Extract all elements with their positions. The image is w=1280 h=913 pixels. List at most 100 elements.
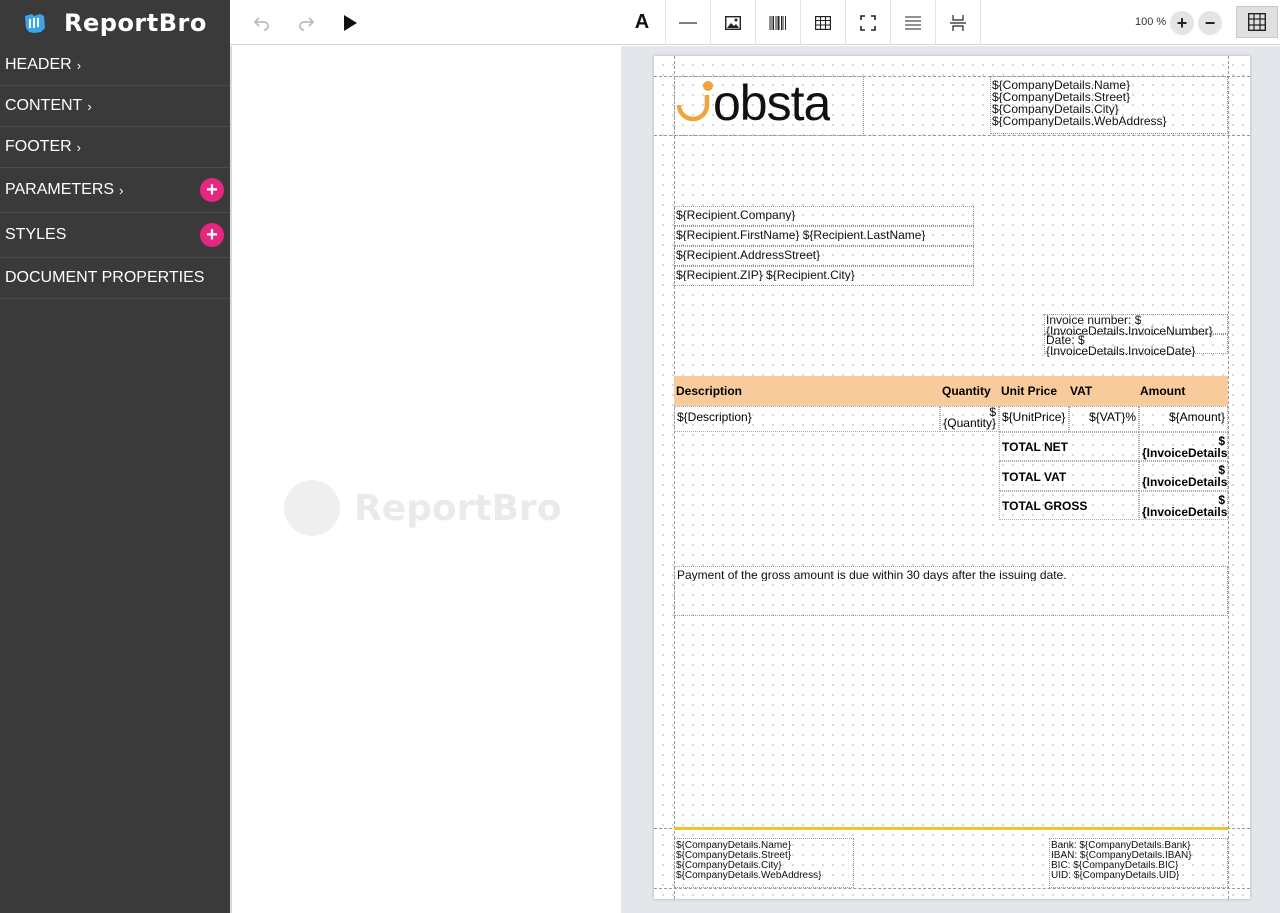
footer-company-name: ${CompanyDetails.Name} <box>676 841 792 851</box>
watermark-text: ReportBro <box>354 487 562 529</box>
text-icon: A <box>634 11 650 33</box>
total-net-label[interactable]: TOTAL NET <box>999 432 1139 461</box>
sidebar-item-label: CONTENT <box>5 97 83 114</box>
invoice-date-value: {InvoiceDetails.InvoiceDate} <box>1046 346 1196 357</box>
footer-bic: BIC: ${CompanyDetails.BIC} <box>1051 861 1179 871</box>
recipient-company-text: ${Recipient.Company} <box>676 209 796 221</box>
table-header-row[interactable]: Description Quantity Unit Price VAT Amou… <box>674 376 1228 406</box>
toggle-grid-button[interactable] <box>1236 6 1278 38</box>
invoice-date[interactable]: Date: $ {InvoiceDetails.InvoiceDate} <box>1044 334 1228 357</box>
watermark-logo-icon <box>284 480 340 536</box>
cell-text: ${Amount} <box>1168 410 1225 424</box>
add-section-button[interactable] <box>890 0 935 45</box>
footer-company-street: ${CompanyDetails.Street} <box>676 851 792 861</box>
cell-text: ${UnitPrice} <box>1002 410 1066 424</box>
add-parameter-button[interactable]: + <box>200 178 224 202</box>
footer-bank-block[interactable]: Bank: ${CompanyDetails.Bank} IBAN: ${Com… <box>1049 838 1228 888</box>
sidebar-item-styles[interactable]: STYLES + <box>0 213 230 258</box>
sidebar-item-parameters[interactable]: PARAMETERS › + <box>0 168 230 213</box>
add-table-button[interactable] <box>800 0 845 45</box>
preview-button[interactable] <box>328 0 372 45</box>
sidebar-item-label: FOOTER <box>5 138 72 155</box>
barcode-icon <box>769 15 786 30</box>
recipient-company[interactable]: ${Recipient.Company} <box>674 206 974 226</box>
watermark: ReportBro <box>284 480 562 536</box>
chevron-right-icon: › <box>87 98 92 114</box>
logo-text: obsta <box>713 77 831 129</box>
footer-company-web-address: ${CompanyDetails.WebAddress} <box>676 871 822 881</box>
redo-button[interactable] <box>284 0 328 45</box>
add-frame-button[interactable] <box>845 0 890 45</box>
add-line-button[interactable] <box>665 0 710 45</box>
zoom-in-button[interactable]: + <box>1170 11 1194 35</box>
invoice-number[interactable]: Invoice number: $ {InvoiceDetails.Invoic… <box>1044 314 1228 337</box>
company-web-address: ${CompanyDetails.WebAddress} <box>992 115 1167 127</box>
payment-note[interactable]: Payment of the gross amount is due withi… <box>674 566 1228 616</box>
chevron-right-icon: › <box>76 139 82 155</box>
add-style-button[interactable]: + <box>200 223 224 247</box>
cell-text: ${VAT}% <box>1089 410 1136 424</box>
add-barcode-button[interactable] <box>755 0 800 45</box>
payment-note-text: Payment of the gross amount is due withi… <box>677 569 1067 581</box>
table-cell-description[interactable]: ${Description} <box>674 406 940 432</box>
footer-company-block[interactable]: ${CompanyDetails.Name} ${CompanyDetails.… <box>674 838 854 888</box>
redo-icon <box>299 16 314 31</box>
col-header-amount: Amount <box>1140 384 1186 398</box>
recipient-street[interactable]: ${Recipient.AddressStreet} <box>674 246 974 266</box>
company-city: ${CompanyDetails.City} <box>992 103 1119 115</box>
table-cell-amount[interactable]: ${Amount} <box>1139 406 1228 432</box>
sidebar-item-content[interactable]: CONTENT › <box>0 86 230 127</box>
logo-image[interactable]: obsta <box>674 76 864 136</box>
invoice-date-label: Date: $ <box>1046 335 1085 346</box>
app-name: ReportBro <box>64 8 207 37</box>
cell-text: TOTAL VAT <box>1002 470 1067 484</box>
add-image-button[interactable] <box>710 0 755 45</box>
document-canvas[interactable]: obsta ${CompanyDetails.Name} ${CompanyDe… <box>621 46 1280 913</box>
reportbro-logo-icon <box>22 10 48 36</box>
footer-rule[interactable] <box>674 827 1228 830</box>
document-page[interactable]: obsta ${CompanyDetails.Name} ${CompanyDe… <box>654 56 1250 899</box>
chevron-right-icon: › <box>119 182 124 198</box>
col-header-description: Description <box>676 384 743 398</box>
add-page-break-button[interactable] <box>935 0 980 45</box>
zoom-level: 100 % <box>1135 16 1167 28</box>
recipient-name[interactable]: ${Recipient.FirstName} ${Recipient.LastN… <box>674 226 974 246</box>
line-icon <box>679 21 697 24</box>
sidebar-item-label: PARAMETERS <box>5 181 115 198</box>
cell-text: {InvoiceDetails <box>1142 475 1228 489</box>
sidebar-item-header[interactable]: HEADER › <box>0 45 230 86</box>
right-margin-guide <box>1228 56 1229 899</box>
undo-button[interactable] <box>240 0 284 45</box>
image-icon <box>725 15 741 30</box>
logo-mark-icon <box>676 81 713 122</box>
add-text-button[interactable]: A <box>620 0 664 45</box>
footer-iban: IBAN: ${CompanyDetails.IBAN} <box>1051 851 1192 861</box>
sidebar: ReportBro HEADER › CONTENT › FOOTER › PA… <box>0 0 230 913</box>
total-vat-value[interactable]: $ {InvoiceDetails <box>1139 461 1228 491</box>
frame-icon <box>860 14 876 31</box>
grid-icon <box>1248 13 1266 31</box>
footer-bank: Bank: ${CompanyDetails.Bank} <box>1051 841 1191 851</box>
total-gross-label[interactable]: TOTAL GROSS <box>999 491 1139 520</box>
zoom-out-button[interactable]: − <box>1198 11 1222 35</box>
table-cell-vat[interactable]: ${VAT}% <box>1069 406 1139 432</box>
undo-icon <box>254 16 269 31</box>
bottom-margin-guide <box>654 888 1250 889</box>
total-vat-label[interactable]: TOTAL VAT <box>999 461 1139 491</box>
recipient-city[interactable]: ${Recipient.ZIP} ${Recipient.City} <box>674 266 974 286</box>
cell-text: ${Description} <box>677 410 752 424</box>
toolbar-divider <box>980 0 981 45</box>
total-net-value[interactable]: $ {InvoiceDetails <box>1139 432 1228 461</box>
total-gross-value[interactable]: $ {InvoiceDetails <box>1139 491 1228 520</box>
table-cell-unit-price[interactable]: ${UnitPrice} <box>999 406 1069 432</box>
recipient-city-text: ${Recipient.ZIP} ${Recipient.City} <box>676 269 855 281</box>
cell-text: {InvoiceDetails <box>1142 446 1228 460</box>
sidebar-item-footer[interactable]: FOOTER › <box>0 127 230 168</box>
cell-text: TOTAL GROSS <box>1002 499 1088 513</box>
company-header-block[interactable]: ${CompanyDetails.Name} ${CompanyDetails.… <box>990 76 1228 134</box>
sidebar-item-document-properties[interactable]: DOCUMENT PROPERTIES <box>0 258 230 299</box>
cell-text: TOTAL NET <box>1002 440 1068 454</box>
col-header-vat: VAT <box>1070 384 1093 398</box>
footer-company-city: ${CompanyDetails.City} <box>676 861 782 871</box>
table-cell-quantity[interactable]: $ {Quantity} <box>940 406 999 432</box>
